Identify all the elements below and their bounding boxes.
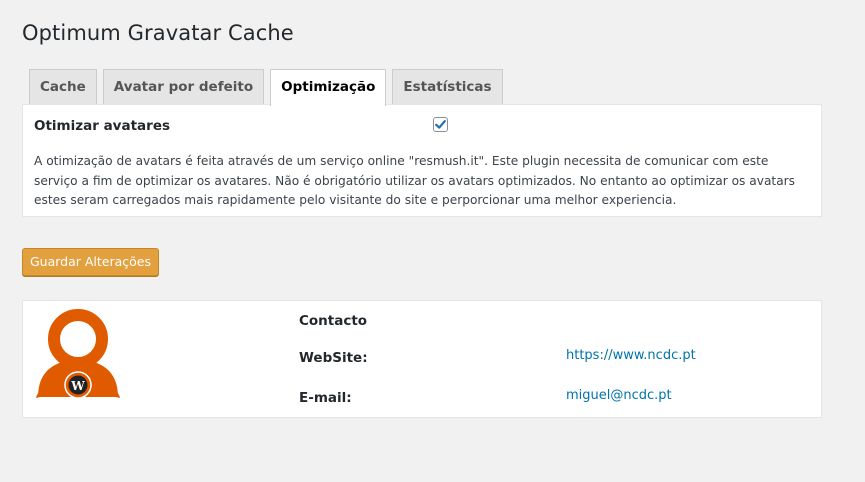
tab-optimizacao[interactable]: Optimização [270, 69, 387, 106]
page-title: Optimum Gravatar Cache [22, 21, 294, 45]
website-label: WebSite: [299, 350, 368, 366]
optimization-description: A otimização de avatars é feita através … [34, 154, 796, 207]
tab-avatar-por-defeito[interactable]: Avatar por defeito [102, 69, 265, 105]
gravatar-logo-icon: W [36, 309, 120, 399]
email-label: E-mail: [299, 390, 352, 406]
svg-text:W: W [70, 379, 85, 393]
save-changes-button[interactable]: Guardar Alterações [22, 248, 159, 276]
tab-bar: Cache Avatar por defeito Optimização Est… [29, 69, 509, 106]
optimize-avatars-label: Otimizar avatares [34, 118, 171, 134]
website-link[interactable]: https://www.ncdc.pt [566, 348, 696, 363]
optimize-avatars-checkbox[interactable] [433, 117, 448, 132]
contact-heading: Contacto [299, 313, 368, 329]
tab-cache[interactable]: Cache [29, 69, 97, 105]
optimization-panel: Otimizar avatares A otimização de avatar… [22, 104, 822, 217]
email-link[interactable]: miguel@ncdc.pt [566, 388, 672, 403]
tab-estatisticas[interactable]: Estatísticas [392, 69, 503, 105]
checkmark-icon [435, 120, 446, 129]
contact-panel: W Contacto WebSite: https://www.ncdc.pt … [22, 300, 822, 418]
